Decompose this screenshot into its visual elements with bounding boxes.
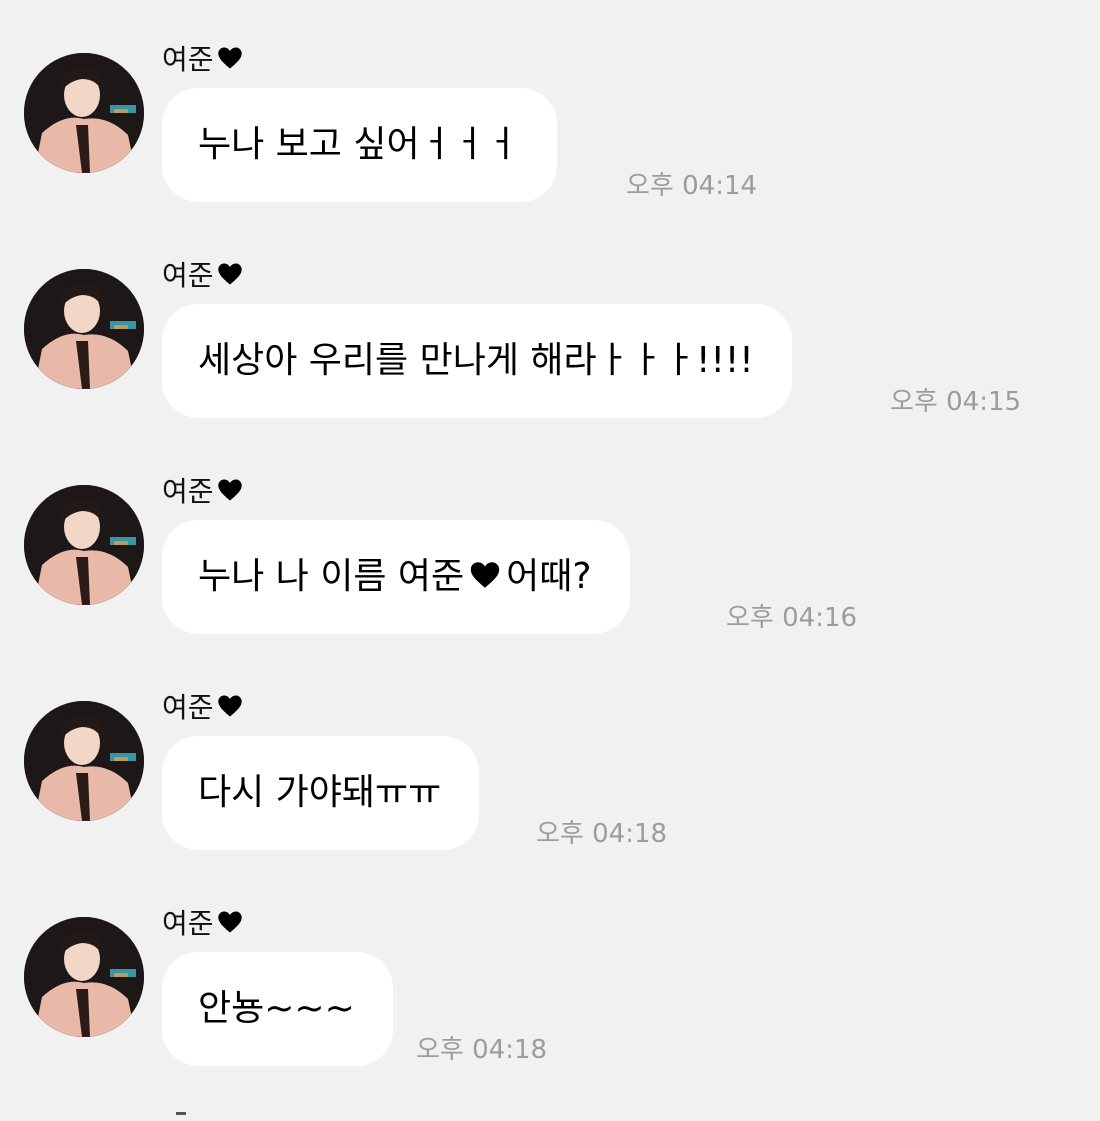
message-row: 여준 누나 보고 싶어ㅓㅓㅓ 오후 04:14 [0,38,1100,238]
message-row: 여준 누나 나 이름 여준 어때? 오후 04:16 [0,470,1100,670]
message-row: 여준 세상아 우리를 만나게 해라ㅏㅏㅏ!!!! 오후 04:15 [0,254,1100,454]
avatar[interactable] [24,485,144,605]
heart-icon [216,692,244,720]
sender-label: 여준 [162,43,214,76]
message-text: 세상아 우리를 만나게 해라ㅏㅏㅏ!!!! [198,340,754,381]
message-time: 오후 04:18 [536,819,668,849]
heart-icon [216,260,244,288]
message-time: 오후 04:15 [890,387,1022,417]
message-bubble[interactable]: 세상아 우리를 만나게 해라ㅏㅏㅏ!!!! [162,304,792,418]
avatar-photo-icon [24,917,144,1037]
message-bubble[interactable]: 누나 보고 싶어ㅓㅓㅓ [162,88,557,202]
message-bubble[interactable]: 다시 가야돼ㅠㅠ [162,736,480,850]
next-message-peek [0,1106,1100,1121]
message-time: 오후 04:14 [626,171,758,201]
avatar-photo-icon [24,53,144,173]
message-text-before: 누나 나 이름 여준 [198,556,465,597]
message-bubble[interactable]: 누나 나 이름 여준 어때? [162,520,630,634]
avatar-photo-icon [24,701,144,821]
sender-name: 여준 [162,902,244,946]
message-text: 안뇽~~~ [198,988,355,1029]
sender-label: 여준 [162,475,214,508]
sender-name: 여준 [162,686,244,730]
divider [176,1112,186,1115]
avatar-photo-icon [24,269,144,389]
message-bubble[interactable]: 안뇽~~~ [162,952,393,1066]
message-row: 여준 다시 가야돼ㅠㅠ 오후 04:18 [0,686,1100,886]
heart-icon [216,476,244,504]
sender-name: 여준 [162,254,244,298]
sender-name: 여준 [162,470,244,514]
avatar[interactable] [24,53,144,173]
message-time: 오후 04:18 [416,1035,548,1065]
sender-label: 여준 [162,907,214,940]
message-row: 여준 안뇽~~~ 오후 04:18 [0,902,1100,1102]
avatar-photo-icon [24,485,144,605]
message-text: 누나 보고 싶어ㅓㅓㅓ [198,124,519,165]
message-text: 다시 가야돼ㅠㅠ [198,772,442,813]
heart-icon [468,558,502,592]
chat-area: 여준 누나 보고 싶어ㅓㅓㅓ 오후 04:14 여준 세상아 우리를 만나게 해… [0,0,1100,1121]
sender-name: 여준 [162,38,244,82]
heart-icon [216,908,244,936]
sender-label: 여준 [162,259,214,292]
message-text-after: 어때? [506,556,592,597]
avatar[interactable] [24,701,144,821]
heart-icon [216,44,244,72]
message-time: 오후 04:16 [726,603,858,633]
avatar[interactable] [24,269,144,389]
avatar[interactable] [24,917,144,1037]
sender-label: 여준 [162,691,214,724]
